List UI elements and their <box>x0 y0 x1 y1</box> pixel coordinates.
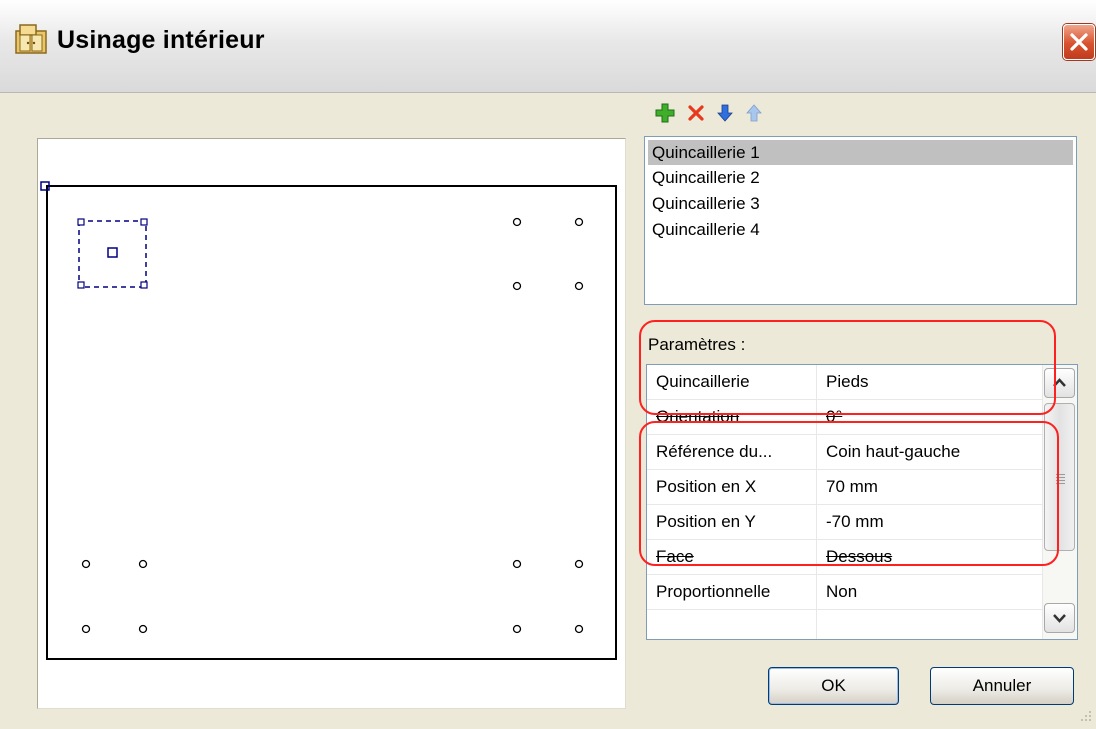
cancel-button[interactable]: Annuler <box>930 667 1074 705</box>
property-row-orientation[interactable]: Orientation 0° <box>647 400 1042 435</box>
property-row-hardware[interactable]: Quincaillerie Pieds <box>647 365 1042 400</box>
property-value[interactable]: Non <box>818 575 1042 609</box>
selection-handle <box>77 218 85 226</box>
hole-marker <box>512 281 522 291</box>
property-name: Quincaillerie <box>647 365 817 399</box>
move-up-button[interactable] <box>743 102 765 124</box>
panel-outline <box>46 185 617 660</box>
hole-marker <box>81 559 91 569</box>
hole-marker <box>138 624 148 634</box>
hole-marker <box>81 624 91 634</box>
chevron-up-icon <box>1053 378 1066 387</box>
red-x-icon <box>688 105 704 121</box>
vertical-scrollbar[interactable] <box>1042 365 1077 639</box>
scroll-down-button[interactable] <box>1044 603 1075 633</box>
scroll-thumb[interactable] <box>1044 403 1075 551</box>
add-button[interactable] <box>654 102 676 124</box>
chevron-down-icon <box>1053 614 1066 623</box>
list-item[interactable]: Quincaillerie 2 <box>645 165 1076 191</box>
list-item[interactable]: Quincaillerie 4 <box>645 217 1076 243</box>
move-down-button[interactable] <box>714 102 736 124</box>
parameters-grid[interactable]: Quincaillerie Pieds Orientation 0° Référ… <box>646 364 1078 640</box>
close-button[interactable] <box>1063 24 1095 60</box>
property-value[interactable]: -70 mm <box>818 505 1042 539</box>
property-row-reference[interactable]: Référence du... Coin haut-gauche <box>647 435 1042 470</box>
title-bar[interactable]: Usinage intérieur <box>0 0 1096 93</box>
property-row-empty[interactable] <box>647 610 1042 639</box>
close-icon <box>1070 33 1088 51</box>
window-title: Usinage intérieur <box>57 26 265 54</box>
panel-drawing <box>40 181 617 660</box>
property-row-position-x[interactable]: Position en X 70 mm <box>647 470 1042 505</box>
hole-marker <box>512 559 522 569</box>
selection-handle <box>140 281 148 289</box>
list-item[interactable]: Quincaillerie 1 <box>648 140 1073 165</box>
property-row-face[interactable]: Face Dessous <box>647 540 1042 575</box>
property-name: Proportionnelle <box>647 575 817 609</box>
selection-handle <box>140 218 148 226</box>
property-name: Face <box>647 540 817 574</box>
hardware-center-marker <box>107 247 118 258</box>
hole-marker <box>574 281 584 291</box>
selection-handle <box>77 281 85 289</box>
hole-marker <box>138 559 148 569</box>
hole-marker <box>574 217 584 227</box>
property-name: Référence du... <box>647 435 817 469</box>
property-value[interactable]: Coin haut-gauche <box>818 435 1042 469</box>
blue-arrow-down-icon <box>717 104 733 122</box>
property-name <box>647 610 817 639</box>
property-row-position-y[interactable]: Position en Y -70 mm <box>647 505 1042 540</box>
property-value[interactable] <box>818 610 1042 639</box>
hardware-list[interactable]: Quincaillerie 1 Quincaillerie 2 Quincail… <box>644 136 1077 305</box>
machining-preview[interactable] <box>37 138 626 709</box>
hole-markers <box>81 217 584 634</box>
property-value[interactable]: Dessous <box>818 540 1042 574</box>
hole-marker <box>512 624 522 634</box>
list-item[interactable]: Quincaillerie 3 <box>645 191 1076 217</box>
property-value[interactable]: 0° <box>818 400 1042 434</box>
hole-marker <box>574 559 584 569</box>
arrow-up-disabled-icon <box>746 104 762 122</box>
hole-marker <box>512 217 522 227</box>
property-value[interactable]: Pieds <box>818 365 1042 399</box>
cabinet-icon <box>15 24 47 54</box>
property-name: Orientation <box>647 400 817 434</box>
property-name: Position en Y <box>647 505 817 539</box>
parameters-label: Paramètres : <box>648 335 746 354</box>
scroll-up-button[interactable] <box>1044 368 1075 398</box>
ok-button[interactable]: OK <box>768 667 899 705</box>
property-row-proportional[interactable]: Proportionnelle Non <box>647 575 1042 610</box>
delete-button[interactable] <box>685 102 707 124</box>
property-name: Position en X <box>647 470 817 504</box>
resize-grip-icon[interactable] <box>1074 706 1094 726</box>
green-plus-icon <box>655 103 675 123</box>
dialog-window: Usinage intérieur Quincaillerie 1 Quinca… <box>0 0 1096 729</box>
hole-marker <box>574 624 584 634</box>
property-value[interactable]: 70 mm <box>818 470 1042 504</box>
